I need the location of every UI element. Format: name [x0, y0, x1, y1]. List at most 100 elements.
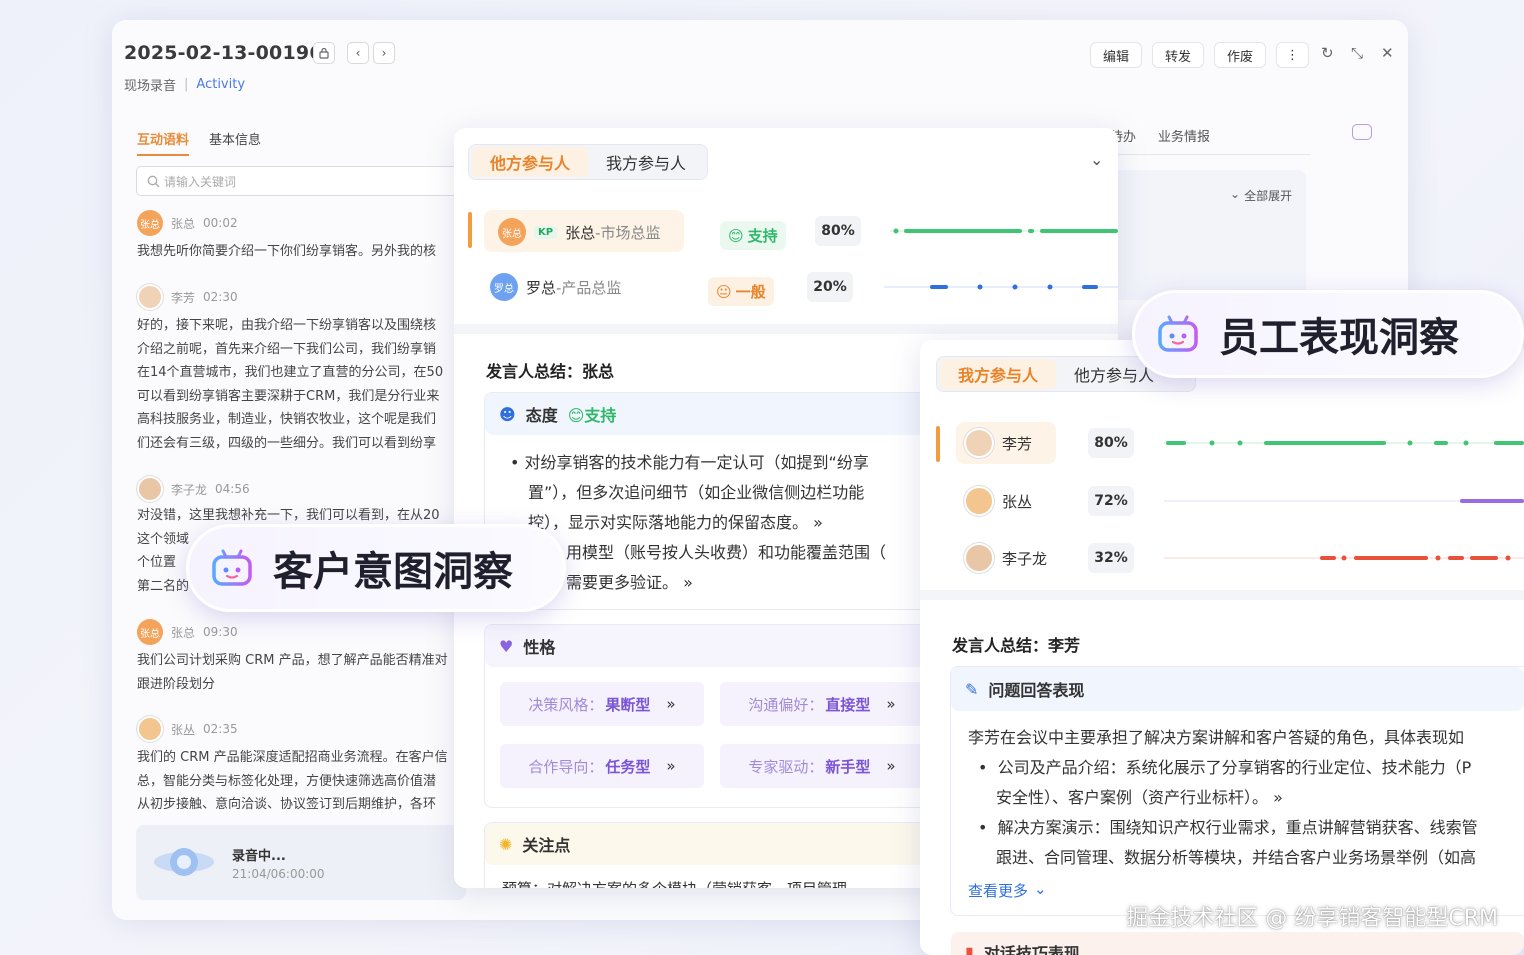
- message-header: 张总 张总 00:02: [137, 210, 238, 236]
- recording-panel[interactable]: 录音中... 21:04/06:00:00: [136, 825, 466, 900]
- personality-tag[interactable]: 沟通偏好： 直接型»: [720, 682, 924, 726]
- participant-name[interactable]: 李子龙: [964, 543, 1047, 573]
- chevron-down-icon[interactable]: ⌄: [1090, 150, 1103, 169]
- tab-basic-info[interactable]: 基本信息: [209, 129, 261, 148]
- bullet-line: 置”），但多次追问细节（如企业微信侧边栏功能: [528, 483, 865, 502]
- bullet-line: 跟进、合同管理、数据分析等模块，并结合客户业务场景举例（如高: [996, 848, 1477, 867]
- message-time: 02:30: [203, 290, 238, 304]
- next-record-button[interactable]: ›: [373, 42, 395, 64]
- speaking-timeline: [890, 228, 1118, 234]
- personality-tag[interactable]: 决策风格： 果断型»: [500, 682, 704, 726]
- lock-icon[interactable]: [313, 42, 335, 64]
- message-header: 李子龙 04:56: [137, 476, 250, 502]
- participation-percent: 20%: [807, 272, 853, 302]
- section-title: 关注点: [522, 836, 571, 855]
- participant-role: -市场总监: [595, 223, 661, 242]
- expand-all-label: 全部展开: [1244, 189, 1293, 203]
- tab-interaction-corpus[interactable]: 互动语料: [137, 129, 190, 156]
- edit-button[interactable]: 编辑: [1090, 42, 1143, 68]
- qa-intro: 李芳在会议中主要承担了解决方案讲解和客户答疑的角色，具体表现如: [968, 728, 1465, 747]
- message-line: 总，智能分类与标签化处理，方便快速筛选高价值潜: [137, 773, 437, 789]
- tab-other-participants[interactable]: 他方参与人: [472, 147, 589, 177]
- record-id: 2025-02-13-001960: [124, 42, 337, 64]
- participant-name[interactable]: 张总 KP 张总-市场总监: [498, 218, 661, 246]
- activity-link[interactable]: Activity: [196, 77, 245, 92]
- void-button[interactable]: 作废: [1214, 42, 1267, 68]
- speaker-summary-title: 发言人总结：张总: [486, 362, 615, 381]
- message-line: 我们的 CRM 产品能深度适配招商业务流程。在客户信: [137, 750, 448, 765]
- participant-name[interactable]: 李芳: [964, 428, 1032, 458]
- qa-header: ✎ 问题回答表现: [951, 667, 1524, 711]
- record-source: 现场录音: [124, 79, 177, 94]
- speaker-summary-title: 发言人总结：李芳: [952, 636, 1081, 655]
- bullet-line: 用模型（账号按人头收费）和功能覆盖范围（: [566, 543, 887, 562]
- tab-our-participants[interactable]: 我方参与人: [588, 147, 704, 177]
- section-divider: [920, 590, 1524, 600]
- active-indicator: [936, 426, 940, 462]
- tab-business-intel[interactable]: 业务情报: [1158, 126, 1210, 145]
- message-line: 跟进阶段划分: [137, 676, 216, 692]
- message-time: 00:02: [203, 216, 238, 230]
- attitude-value: 😊支持: [567, 406, 617, 425]
- message-time: 09:30: [203, 625, 238, 639]
- search-placeholder: 请输入关键词: [164, 174, 237, 189]
- message-line: 好的，接下来呢，由我介绍一下纷享销客以及围绕核: [137, 318, 437, 333]
- bullet-line: 需要更多验证。 »: [566, 573, 693, 592]
- message-line: 们还会有三级，四级的一些细分。我们可以看到纷享: [137, 435, 437, 451]
- search-input[interactable]: 请输入关键词: [136, 166, 466, 196]
- avatar: 张总: [498, 218, 526, 246]
- message-time: 02:35: [203, 722, 238, 736]
- dialogue-skill-header: ▮ 对话技巧表现: [951, 932, 1524, 955]
- avatar: [137, 476, 163, 502]
- participant-name-text: 张丛: [1002, 492, 1033, 511]
- attitude-value-text: 支持: [584, 406, 617, 425]
- speaker-name: 李子龙: [171, 482, 208, 497]
- tab-our-participants[interactable]: 我方参与人: [940, 359, 1057, 389]
- forward-button[interactable]: 转发: [1152, 42, 1205, 68]
- message-header: 李芳 02:30: [137, 284, 238, 310]
- personality-tag[interactable]: 专家驱动： 新手型»: [720, 744, 924, 788]
- message-line: 介绍之前呢，首先来介绍一下我们公司，我们纷享销: [137, 341, 437, 357]
- bullet-line: • 对纷享销客的技术能力有一定认可（如提到“纷享: [510, 453, 869, 472]
- recording-time: 21:04/06:00:00: [232, 867, 325, 881]
- personality-tag[interactable]: 合作导向： 任务型»: [500, 744, 704, 788]
- participant-name-text: 李子龙: [1002, 549, 1048, 568]
- kp-badge: KP: [534, 225, 558, 239]
- collapse-icon[interactable]: ⤡: [1351, 44, 1363, 62]
- tab-divider: [1110, 154, 1310, 155]
- chevron-down-icon: ⌄: [1230, 187, 1241, 201]
- personality-header: ♥ 性格: [485, 625, 953, 667]
- participation-percent: 80%: [1088, 428, 1134, 458]
- message-text: 我们的 CRM 产品能深度适配招商业务流程。在客户信 总，智能分类与标签化处理，…: [137, 746, 455, 810]
- bullet-line: • 公司及产品介绍：系统化展示了分享销客的行业定位、技术能力（P: [978, 758, 1472, 777]
- participant-name[interactable]: 罗总 罗总-产品总监: [490, 273, 621, 301]
- neutral-face-icon: 😐: [716, 282, 732, 301]
- section-title: 对话技巧表现: [983, 944, 1080, 955]
- focus-header: ✺ 关注点: [485, 823, 953, 865]
- participant-name[interactable]: 张丛: [964, 486, 1032, 516]
- bullet-line: 安全性）、客户案例（资产行业标杆）。 »: [996, 788, 1283, 807]
- search-icon: [147, 175, 160, 187]
- message-line: 我想先听你简要介绍一下你们纷享销客。另外我的核: [137, 244, 437, 259]
- smile-icon: 😊: [728, 226, 744, 245]
- more-icon[interactable]: ⋮: [1276, 42, 1309, 68]
- speaker-name: 张总: [171, 625, 196, 640]
- participation-percent: 32%: [1088, 543, 1134, 573]
- attitude-badge: 😊 支持: [720, 221, 786, 250]
- close-icon[interactable]: ✕: [1381, 44, 1394, 62]
- message-line: 从初步接触、意向洽谈、协议签订到后期维护，各环: [137, 797, 437, 810]
- expand-all-button[interactable]: ⌄ 全部展开: [1230, 187, 1292, 204]
- message-time: 04:56: [215, 482, 250, 496]
- robot-icon: [212, 549, 252, 586]
- qa-text: 李芳在会议中主要承担了解决方案讲解和客户答疑的角色，具体表现如 • 公司及产品介…: [968, 723, 1524, 873]
- view-more-link[interactable]: 查看更多 ⌄: [968, 880, 1047, 901]
- assistant-icon[interactable]: [1352, 124, 1372, 140]
- refresh-icon[interactable]: ↻: [1321, 44, 1334, 62]
- recording-wave-icon: [154, 848, 214, 876]
- speaker-name: 李芳: [171, 290, 196, 305]
- speaker-name: 张丛: [171, 722, 196, 737]
- avatar: [964, 543, 994, 573]
- prev-record-button[interactable]: ‹: [347, 42, 369, 64]
- chevron-down-icon: ⌄: [1034, 880, 1047, 898]
- section-divider: [454, 324, 1118, 334]
